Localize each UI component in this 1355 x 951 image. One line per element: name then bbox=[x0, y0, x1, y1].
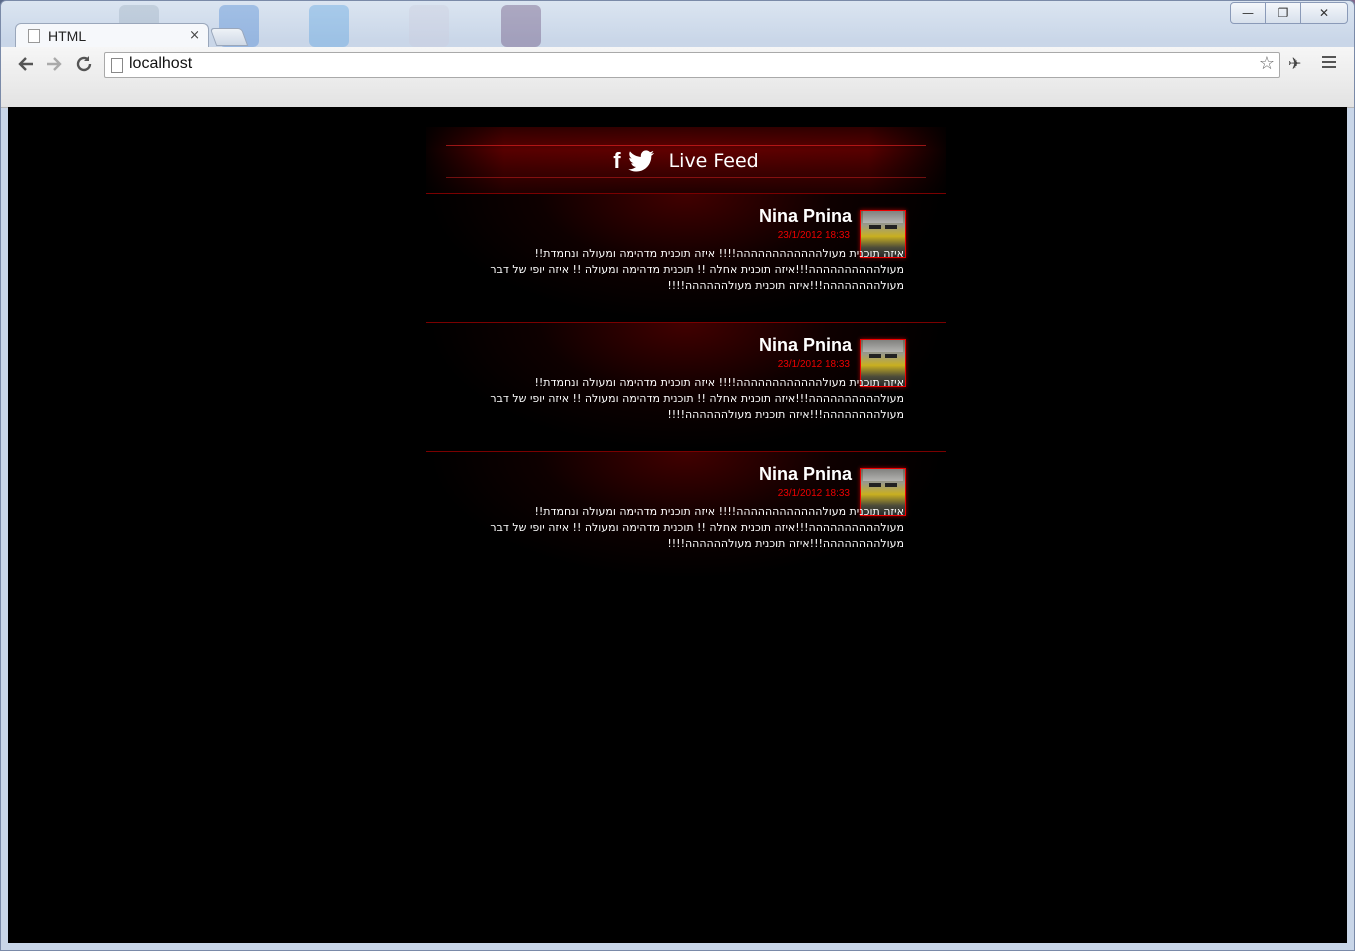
post-text: איזה תוכנית מעולהההההההההההה!!!! איזה תו… bbox=[490, 376, 904, 421]
feed-title: Live Feed bbox=[668, 150, 759, 172]
post-date: 23/1/2012 18:33 bbox=[777, 488, 850, 499]
window-controls: — ❐ ✕ bbox=[1230, 2, 1348, 24]
browser-window: — ❐ ✕ HTML × localhost ☆ ✈ f Live Feed N… bbox=[0, 0, 1355, 951]
post-date: 23/1/2012 18:33 bbox=[777, 230, 850, 241]
post-text: איזה תוכנית מעולהההההההההההה!!!! איזה תו… bbox=[490, 247, 904, 292]
facebook-icon[interactable]: f bbox=[613, 148, 620, 174]
post-text: איזה תוכנית מעולהההההההההההה!!!! איזה תו… bbox=[490, 505, 904, 550]
feed-post: Nina Pnina 23/1/2012 18:33 איזה תוכנית מ… bbox=[426, 193, 946, 322]
address-bar[interactable]: localhost ☆ bbox=[104, 52, 1280, 78]
address-text[interactable]: localhost bbox=[129, 55, 192, 73]
back-arrow-icon[interactable] bbox=[15, 53, 37, 75]
close-window-button[interactable]: ✕ bbox=[1300, 2, 1348, 24]
feed-post: Nina Pnina 23/1/2012 18:33 איזה תוכנית מ… bbox=[426, 451, 946, 580]
page-viewport: f Live Feed Nina Pnina 23/1/2012 18:33 א… bbox=[8, 107, 1347, 943]
menu-icon[interactable] bbox=[1322, 56, 1336, 71]
tab-close-icon[interactable]: × bbox=[189, 28, 200, 43]
feed-post: Nina Pnina 23/1/2012 18:33 איזה תוכנית מ… bbox=[426, 322, 946, 451]
live-feed: f Live Feed Nina Pnina 23/1/2012 18:33 א… bbox=[426, 127, 946, 580]
new-tab-button[interactable] bbox=[209, 28, 249, 46]
post-author: Nina Pnina bbox=[758, 335, 852, 355]
browser-toolbar: localhost ☆ ✈ bbox=[1, 47, 1354, 108]
twitter-icon[interactable] bbox=[627, 150, 655, 172]
reload-icon[interactable] bbox=[73, 53, 95, 75]
browser-tab[interactable]: HTML × bbox=[15, 23, 209, 48]
tab-title: HTML bbox=[48, 28, 87, 44]
bookmark-star-icon[interactable]: ☆ bbox=[1259, 53, 1275, 74]
post-author: Nina Pnina bbox=[758, 206, 852, 226]
page-icon bbox=[111, 58, 123, 73]
page-icon bbox=[28, 29, 40, 43]
maximize-button[interactable]: ❐ bbox=[1265, 2, 1301, 24]
extension-icon[interactable]: ✈ bbox=[1288, 54, 1301, 73]
post-author: Nina Pnina bbox=[758, 464, 852, 484]
minimize-button[interactable]: — bbox=[1230, 2, 1266, 24]
forward-arrow-icon[interactable] bbox=[43, 53, 65, 75]
post-date: 23/1/2012 18:33 bbox=[777, 359, 850, 370]
feed-header: f Live Feed bbox=[426, 127, 946, 193]
